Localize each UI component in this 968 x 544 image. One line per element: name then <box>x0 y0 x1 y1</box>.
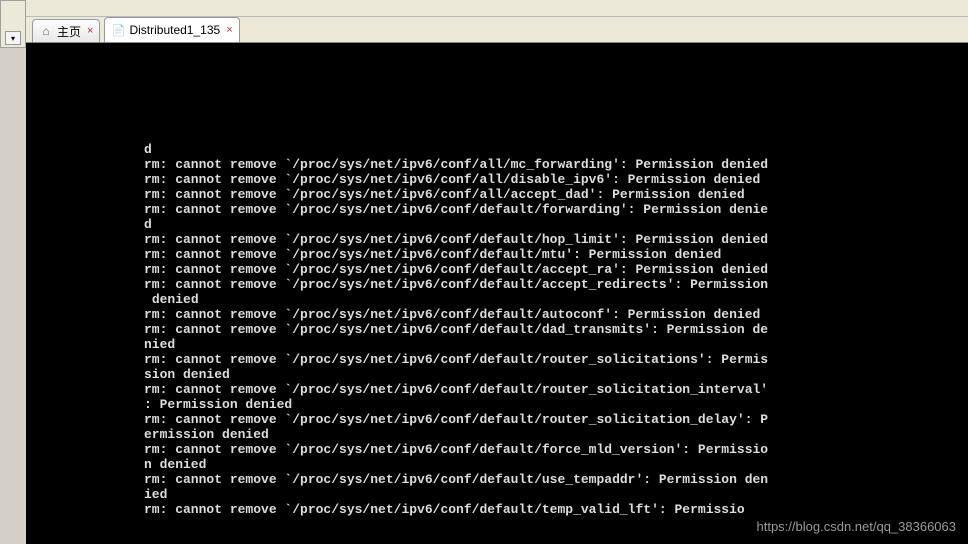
terminal[interactable]: d rm: cannot remove `/proc/sys/net/ipv6/… <box>26 43 968 544</box>
chevron-down-icon: ▾ <box>11 34 15 43</box>
home-icon: ⌂ <box>39 24 53 38</box>
terminal-output: d rm: cannot remove `/proc/sys/net/ipv6/… <box>34 77 960 517</box>
dropdown-button[interactable]: ▾ <box>5 31 21 45</box>
tab-label: Distributed1_135 <box>129 23 220 37</box>
left-sidebar: ▾ <box>0 0 26 48</box>
document-icon: 📄 <box>111 23 125 37</box>
tab-home[interactable]: ⌂ 主页 × <box>32 19 100 42</box>
top-border <box>26 0 968 17</box>
tab-label: 主页 <box>57 23 81 40</box>
tab-bar: ⌂ 主页 × 📄 Distributed1_135 × <box>26 17 968 43</box>
tab-distributed[interactable]: 📄 Distributed1_135 × <box>104 17 239 42</box>
close-icon[interactable]: × <box>87 25 93 37</box>
watermark: https://blog.csdn.net/qq_38366063 <box>757 519 957 534</box>
close-icon[interactable]: × <box>226 24 232 36</box>
